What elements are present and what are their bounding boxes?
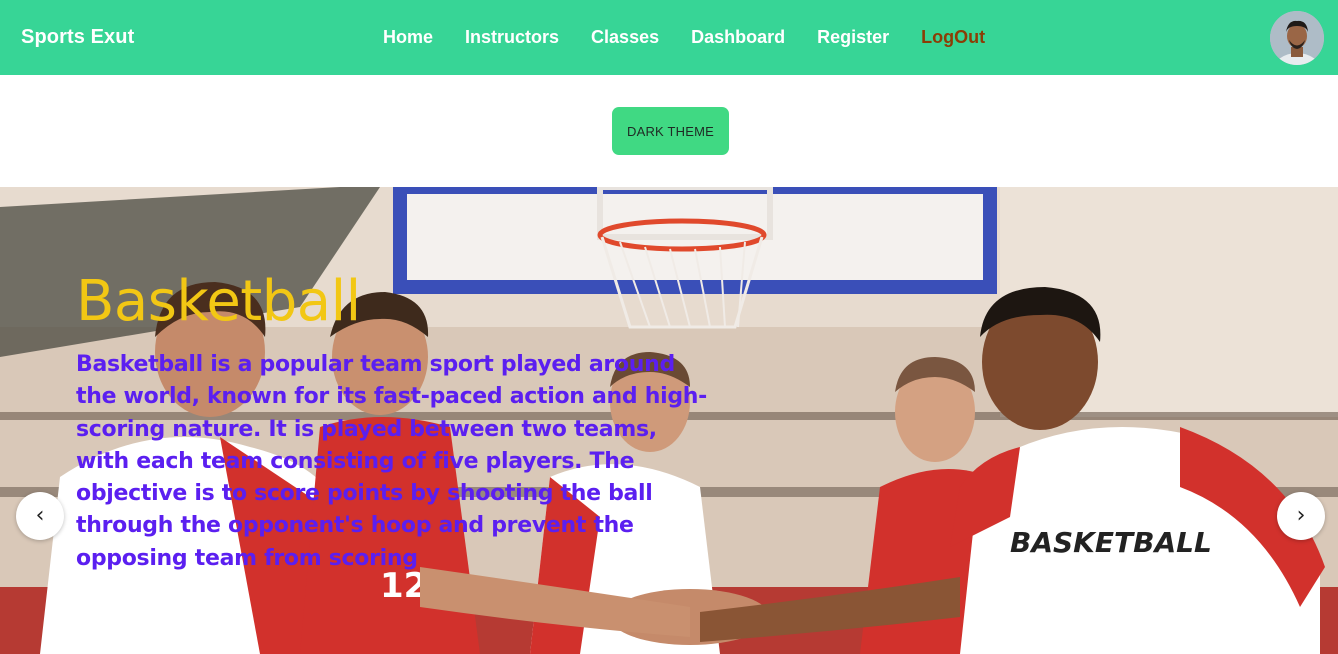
nav-link-dashboard[interactable]: Dashboard (691, 27, 785, 48)
nav-link-register[interactable]: Register (817, 27, 889, 48)
logout-link[interactable]: LogOut (921, 27, 985, 48)
slide-title: Basketball (76, 269, 361, 334)
slide-description: Basketball is a popular team sport playe… (76, 352, 707, 571)
dark-theme-button[interactable]: DARK THEME (612, 107, 729, 155)
brand-logo[interactable]: Sports Exut (21, 26, 134, 49)
nav-link-classes[interactable]: Classes (591, 27, 659, 48)
carousel-next-button[interactable]: › (1277, 492, 1325, 540)
nav-links: Home Instructors Classes Dashboard Regis… (383, 27, 985, 48)
theme-section: DARK THEME (0, 75, 1338, 187)
carousel-prev-button[interactable]: ‹ (16, 492, 64, 540)
navbar: Sports Exut Home Instructors Classes Das… (0, 0, 1338, 75)
user-avatar[interactable] (1270, 11, 1324, 65)
avatar-image (1270, 11, 1324, 65)
nav-link-instructors[interactable]: Instructors (465, 27, 559, 48)
chevron-right-icon: › (1296, 503, 1306, 528)
shirt-print: BASKETBALL (1010, 526, 1212, 559)
nav-link-home[interactable]: Home (383, 27, 433, 48)
hero-carousel: BASKETBALL 12 Basketball Basketball is a… (0, 187, 1338, 654)
chevron-left-icon: ‹ (35, 503, 45, 528)
